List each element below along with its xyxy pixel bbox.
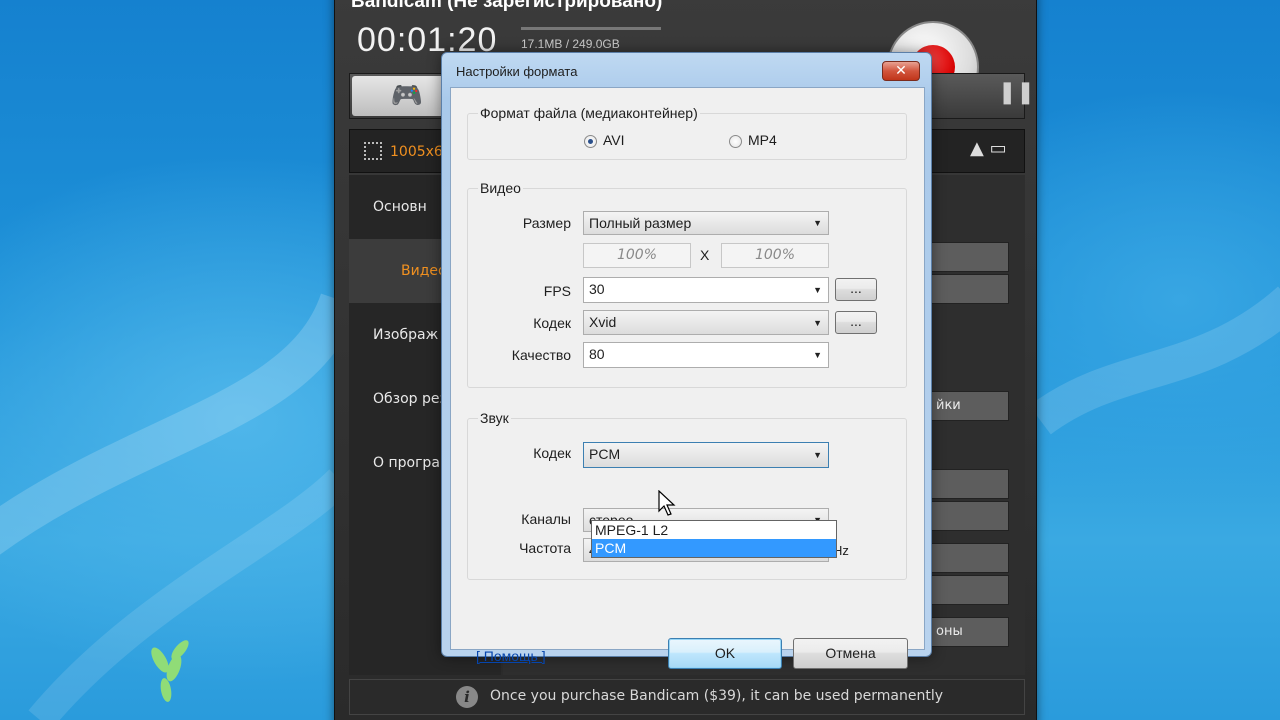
group-title: Звук: [478, 410, 511, 426]
size-value: Полный размер: [589, 215, 692, 231]
mouse-cursor-icon: [658, 490, 676, 516]
video-group: Видео Размер Полный размер ▼ 100% X 100%…: [467, 180, 907, 388]
setting-field[interactable]: [931, 242, 1009, 272]
fps-label: FPS: [543, 283, 571, 299]
group-title: Формат файла (медиаконтейнер): [478, 105, 700, 121]
setting-field[interactable]: [931, 469, 1009, 499]
container-format-group: Формат файла (медиаконтейнер) AVI MP4: [467, 105, 907, 160]
close-button[interactable]: ✕: [882, 61, 920, 81]
chevron-down-icon: ▼: [813, 350, 822, 360]
file-size-bar: [521, 27, 661, 30]
quality-label: Качество: [511, 347, 571, 363]
window-mode-icons[interactable]: ▲ ▭: [970, 138, 1007, 159]
quality-combo[interactable]: 80 ▼: [583, 342, 829, 368]
chevron-down-icon: ▼: [813, 285, 822, 295]
codec-more-button[interactable]: ...: [835, 311, 877, 334]
help-link[interactable]: [ Помощь ]: [476, 648, 546, 664]
width-percent-field[interactable]: 100%: [583, 243, 691, 268]
size-label: Размер: [522, 215, 571, 231]
video-codec-value: Xvid: [589, 314, 617, 330]
mp4-radio[interactable]: [729, 135, 742, 148]
format-settings-dialog: Настройки формата ✕ Формат файла (медиак…: [441, 52, 932, 669]
file-size-text: 17.1MB / 249.0GB: [521, 37, 620, 51]
setting-field[interactable]: [931, 274, 1009, 304]
setting-field[interactable]: [931, 543, 1009, 573]
chevron-down-icon: ▼: [813, 218, 822, 228]
channels-label: Каналы: [521, 511, 571, 527]
video-codec-label: Кодек: [533, 315, 571, 331]
fps-more-button[interactable]: ...: [835, 278, 877, 301]
purchase-text[interactable]: Once you purchase Bandicam ($39), it can…: [490, 688, 943, 704]
size-select[interactable]: Полный размер ▼: [583, 211, 829, 235]
avi-radio[interactable]: [584, 135, 597, 148]
mp4-radio-label[interactable]: MP4: [748, 132, 777, 148]
setting-field[interactable]: [931, 501, 1009, 531]
info-icon: i: [456, 686, 478, 708]
settings-button[interactable]: йки: [931, 391, 1009, 421]
presets-button[interactable]: оны: [931, 617, 1009, 647]
dialog-body: Формат файла (медиаконтейнер) AVI MP4 Ви…: [450, 87, 925, 669]
frequency-label: Частота: [519, 540, 571, 556]
dropdown-option-selected[interactable]: PCM: [592, 539, 836, 557]
purchase-infobar: i Once you purchase Bandicam ($39), it c…: [349, 679, 1025, 715]
chevron-down-icon: ▼: [813, 450, 822, 460]
audio-codec-value: PCM: [589, 446, 621, 462]
fps-value: 30: [589, 281, 605, 297]
chevron-down-icon: ▼: [813, 318, 822, 328]
audio-codec-dropdown: MPEG-1 L2 PCM: [591, 520, 837, 558]
pause-icon[interactable]: ❚❚: [998, 80, 1035, 105]
quality-value: 80: [589, 346, 605, 362]
audio-codec-select[interactable]: PCM ▼: [583, 442, 829, 468]
ok-button[interactable]: OK: [668, 638, 782, 669]
setting-field[interactable]: [931, 575, 1009, 605]
dialog-title: Настройки формата: [456, 64, 578, 79]
x-separator: X: [700, 247, 710, 263]
audio-codec-label: Кодек: [533, 445, 571, 461]
cancel-button[interactable]: Отмена: [793, 638, 908, 669]
group-title: Видео: [478, 180, 523, 196]
bandicam-title: Bandicam (Не зарегистрировано): [351, 0, 663, 12]
height-percent-field[interactable]: 100%: [721, 243, 829, 268]
fps-combo[interactable]: 30 ▼: [583, 277, 829, 303]
video-codec-select[interactable]: Xvid ▼: [583, 310, 829, 335]
dropdown-option[interactable]: MPEG-1 L2: [592, 521, 836, 539]
avi-radio-label[interactable]: AVI: [603, 132, 625, 148]
region-select-icon[interactable]: [364, 142, 382, 160]
